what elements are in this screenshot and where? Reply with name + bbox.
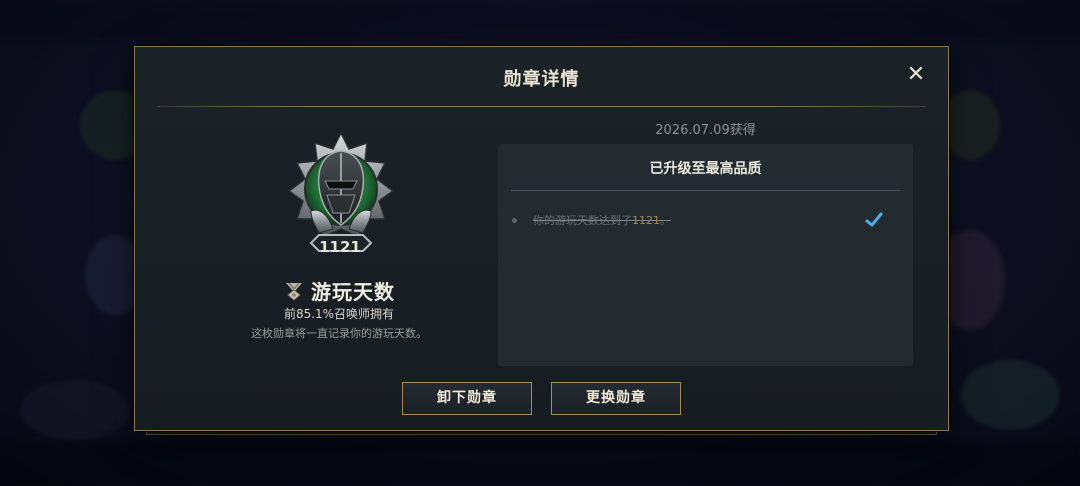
badge-detail-dialog: 勋章详情 ✕ 1121 游玩天数 前85.1%召唤师拥有 这枚勋章将一直记录你的… xyxy=(134,46,949,431)
panel-divider xyxy=(511,190,900,191)
requirement-prefix: 你的游玩天数达到了 xyxy=(533,214,632,227)
badge-title-row: 游玩天数 xyxy=(135,276,543,305)
requirement-text: 你的游玩天数达到了1121。 xyxy=(533,212,671,228)
badge-level: 1121 xyxy=(319,238,361,256)
badge-rarity: 前85.1%召唤师拥有 xyxy=(283,307,395,321)
unequip-badge-button[interactable]: 卸下勋章 xyxy=(402,382,532,415)
dialog-title: 勋章详情 xyxy=(503,69,580,90)
obtained-date: 2026.07.09获得 xyxy=(655,123,756,138)
progress-panel: 已升级至最高品质 你的游玩天数达到了1121。 xyxy=(498,144,913,366)
medal-icon xyxy=(286,282,302,301)
badge-description: 这枚勋章将一直记录你的游玩天数。 xyxy=(251,327,427,340)
checkmark-icon xyxy=(865,212,883,227)
bullet-icon xyxy=(512,218,517,223)
requirement-suffix: 。 xyxy=(660,214,671,227)
requirement-value: 1121 xyxy=(632,214,660,227)
badge-name: 游玩天数 xyxy=(311,280,395,304)
replace-badge-button[interactable]: 更换勋章 xyxy=(551,382,681,415)
title-divider xyxy=(157,106,926,107)
requirement-row: 你的游玩天数达到了1121。 xyxy=(512,211,892,231)
panel-title: 已升级至最高品质 xyxy=(649,161,762,177)
close-icon[interactable]: ✕ xyxy=(904,63,928,87)
